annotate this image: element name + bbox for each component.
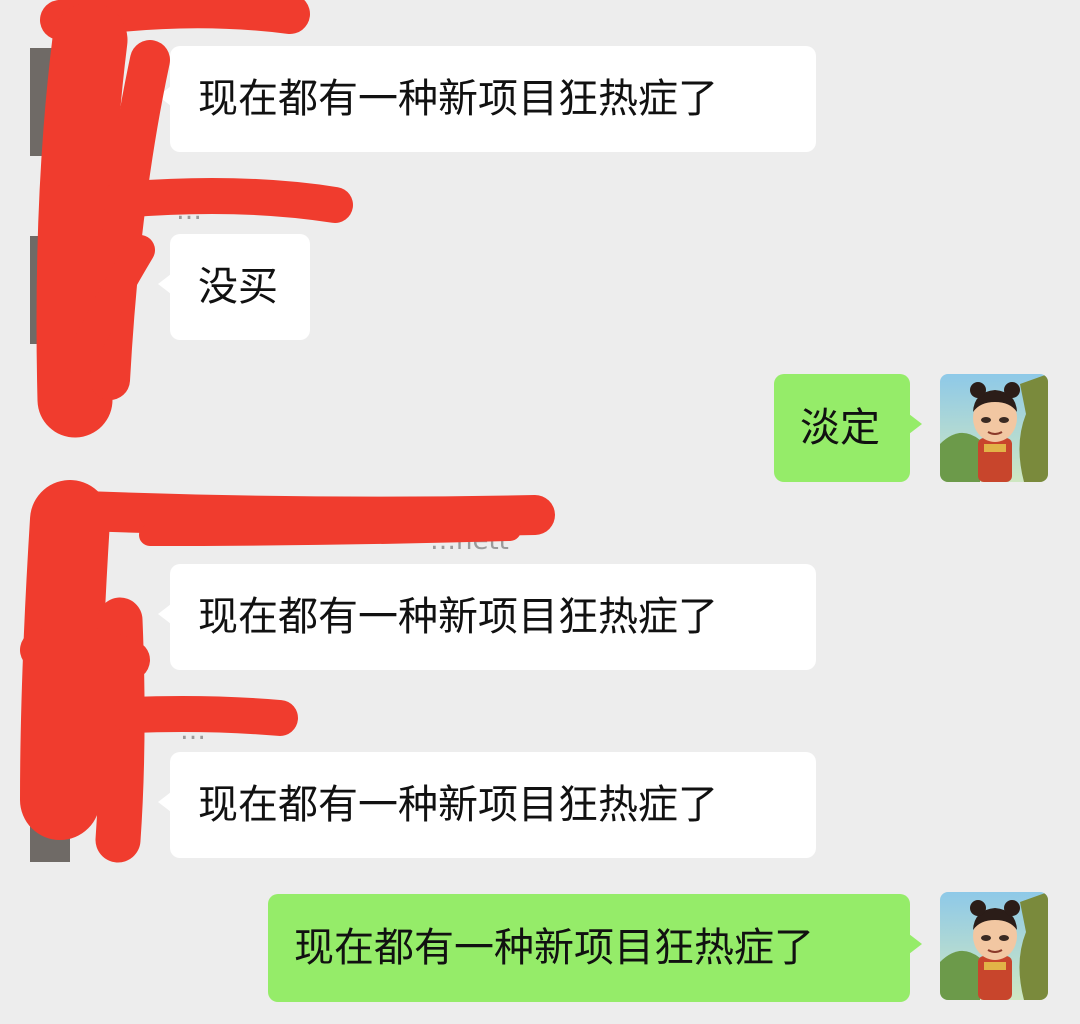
message-bubble-incoming[interactable]: 现在都有一种新项目狂热症了 [158, 564, 816, 670]
avatar[interactable] [30, 754, 70, 862]
message-bubble-outgoing[interactable]: 淡定 [774, 374, 922, 482]
cartoon-character-avatar[interactable] [940, 374, 1048, 482]
avatar[interactable] [30, 236, 70, 344]
sender-name: …nett [430, 526, 509, 556]
avatar-image [940, 374, 1048, 482]
message-bubble-outgoing[interactable]: 现在都有一种新项目狂热症了 [268, 894, 922, 1002]
message-text: 现在都有一种新项目狂热症了 [198, 782, 718, 828]
message-bubble-incoming[interactable]: 现在都有一种新项目狂热症了 [158, 752, 816, 858]
sender-name: … [180, 716, 206, 746]
message-text: 现在都有一种新项目狂热症了 [198, 594, 718, 640]
redaction-overlay [20, 0, 555, 863]
avatar-image [940, 892, 1048, 1000]
chat-history: 现在都有一种新项目狂热症了 … 没买 淡定 …nett 现在都有一种新项目狂热症… [0, 0, 1080, 1024]
avatar[interactable] [30, 48, 70, 156]
message-text: 淡定 [800, 405, 880, 451]
avatar[interactable] [30, 566, 70, 674]
message-text: 没买 [198, 264, 278, 310]
message-text: 现在都有一种新项目狂热症了 [294, 925, 814, 971]
cartoon-character-avatar[interactable] [940, 892, 1048, 1000]
message-bubble-incoming[interactable]: 没买 [158, 234, 310, 340]
message-bubble-incoming[interactable]: 现在都有一种新项目狂热症了 [158, 46, 816, 152]
message-text: 现在都有一种新项目狂热症了 [198, 76, 718, 122]
sender-name: … [176, 196, 202, 226]
